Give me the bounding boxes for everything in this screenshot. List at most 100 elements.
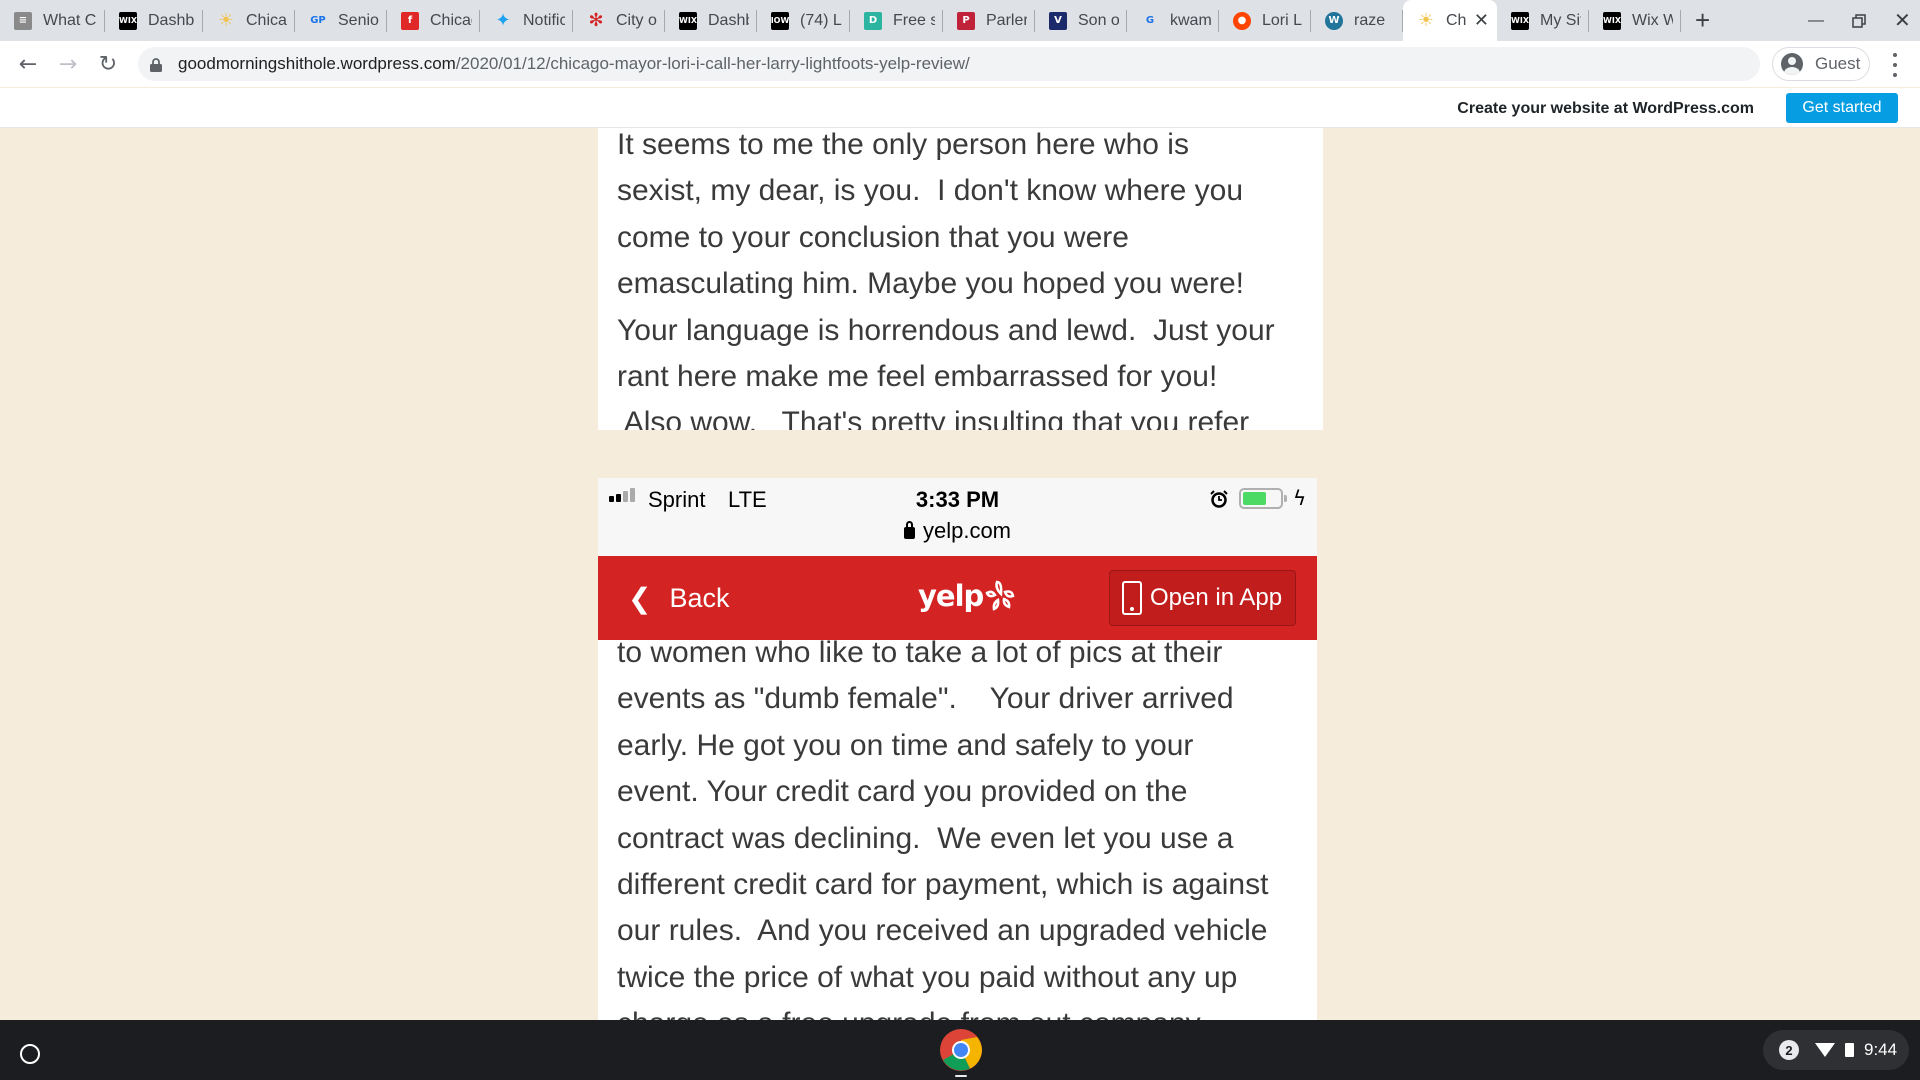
- restore-icon[interactable]: [1852, 0, 1866, 41]
- twitter-icon: ✦: [495, 10, 511, 31]
- profile-label: Guest: [1815, 54, 1861, 73]
- review-line: different credit card for payment, which…: [617, 868, 1269, 902]
- os-shelf: 2 9:44: [0, 1020, 1920, 1080]
- tab-title: Wix W: [1632, 11, 1673, 29]
- review-text-block: It seems to me the only person here who …: [617, 128, 1317, 430]
- browser-tab[interactable]: f Chicag: [387, 0, 480, 41]
- new-tab-button[interactable]: +: [1695, 0, 1710, 41]
- tab-title: Lori Li: [1262, 11, 1303, 29]
- reload-icon[interactable]: ↻: [88, 44, 128, 84]
- wix-icon: WIX: [119, 11, 137, 30]
- tab-title: Dashb: [708, 11, 749, 29]
- lock-icon: [903, 521, 915, 539]
- battery-icon: [1845, 1043, 1854, 1057]
- review-line: twice the price of what you paid without…: [617, 960, 1238, 994]
- phone-icon: [1122, 581, 1142, 615]
- profile-button[interactable]: Guest: [1772, 47, 1870, 81]
- tab-close-icon[interactable]: ✕: [1474, 10, 1489, 31]
- forward-arrow-icon[interactable]: →: [48, 44, 88, 84]
- browser-tab[interactable]: ✦ Notific: [480, 0, 573, 41]
- notification-count: 2: [1779, 1040, 1799, 1060]
- wix-icon: WIX: [1603, 11, 1621, 30]
- browser-tab[interactable]: ☀ Chicag: [203, 0, 295, 41]
- review-line: Your language is horrendous and lewd. Ju…: [617, 313, 1275, 347]
- url-host: goodmorningshithole.wordpress.com: [178, 54, 456, 73]
- browser-tab[interactable]: P Parler: [943, 0, 1035, 41]
- yelp-icon: ✻: [588, 10, 604, 31]
- tab-title: Chicag: [430, 11, 472, 29]
- yelp-back-button[interactable]: ❮ Back: [628, 556, 730, 640]
- get-started-button[interactable]: Get started: [1786, 93, 1898, 123]
- phone-url-text: yelp.com: [922, 518, 1012, 543]
- review-line: charge as a free upgrade from out compan…: [617, 1001, 1317, 1020]
- browser-tab[interactable]: GP Senior: [295, 0, 387, 41]
- browser-tab[interactable]: WIX My Sit: [1497, 0, 1589, 41]
- yelp-header: ❮ Back yelp Open in App: [598, 556, 1317, 640]
- browser-tab[interactable]: WIX Wix W: [1589, 0, 1681, 41]
- wifi-icon: [1815, 1043, 1835, 1057]
- review-line: events as "dumb female". Your driver arr…: [617, 682, 1234, 716]
- phone-url: yelp.com: [598, 518, 1317, 544]
- running-indicator: [955, 1075, 967, 1077]
- tab-separator: [1680, 10, 1681, 32]
- tab-title: My Sit: [1540, 11, 1581, 29]
- charging-bolt-icon: ϟ: [1293, 486, 1307, 510]
- tab-title: Chicag: [246, 11, 287, 29]
- tab-title: What C: [43, 11, 97, 29]
- wordpress-banner: Create your website at WordPress.com Get…: [0, 88, 1920, 128]
- wix-icon: WIX: [679, 11, 697, 30]
- review-line: our rules. And you received an upgraded …: [617, 914, 1268, 948]
- open-in-app-button[interactable]: Open in App: [1109, 570, 1296, 626]
- clock: 9:44: [1864, 1040, 1898, 1059]
- browser-tab[interactable]: ✻ City of: [573, 0, 665, 41]
- tab-title: Senior: [338, 11, 379, 29]
- sun-icon: ☀: [217, 10, 235, 31]
- parler-icon: P: [957, 11, 975, 30]
- browser-tab[interactable]: ≡ What C: [0, 0, 105, 41]
- browser-tab[interactable]: ● Lori Li: [1219, 0, 1311, 41]
- browser-tab[interactable]: WIX Dashb: [665, 0, 757, 41]
- minimize-icon[interactable]: —: [1808, 0, 1824, 41]
- back-arrow-icon[interactable]: ←: [8, 44, 48, 84]
- back-label: Back: [669, 582, 730, 613]
- tab-title: raze: [1354, 11, 1386, 29]
- gp-icon: GP: [310, 15, 326, 26]
- flipboard-icon: f: [401, 11, 419, 30]
- review-screenshot-top: It seems to me the only person here who …: [598, 128, 1323, 430]
- launcher-icon[interactable]: [13, 1037, 47, 1071]
- create-website-link[interactable]: Create your website at WordPress.com: [1457, 100, 1754, 118]
- tab-title: Son of: [1078, 11, 1119, 29]
- browser-tab[interactable]: D Free st: [850, 0, 943, 41]
- browser-tab[interactable]: IOW (74) Li: [757, 0, 850, 41]
- yelp-burst-icon: [985, 580, 1015, 611]
- page-icon: ≡: [14, 11, 32, 30]
- chevron-left-icon: ❮: [628, 581, 652, 615]
- lock-icon: [150, 57, 162, 72]
- review-text-block: to women who like to take a lot of pics …: [617, 630, 1317, 1020]
- browser-tab[interactable]: V Son of: [1035, 0, 1127, 41]
- review-line: Also wow. That's pretty insulting that y…: [617, 406, 1250, 430]
- browser-tab[interactable]: WIX Dashb: [105, 0, 203, 41]
- tab-title: Dashb: [148, 11, 195, 29]
- browser-tab[interactable]: Gkwam: [1127, 0, 1219, 41]
- wix-icon: WIX: [1511, 11, 1529, 30]
- avatar-icon: [1781, 53, 1803, 75]
- tab-title: kwam: [1170, 11, 1211, 29]
- tab-title: Free st: [893, 11, 935, 29]
- status-tray[interactable]: 2 9:44: [1763, 1030, 1909, 1070]
- browser-tab[interactable]: Wraze: [1311, 0, 1403, 41]
- v-icon: V: [1049, 11, 1067, 30]
- chrome-icon[interactable]: [939, 1028, 983, 1072]
- window-close-icon[interactable]: ✕: [1894, 0, 1911, 41]
- tab-list: ≡ What C WIX Dashb ☀ Chicag GP Senior f Chicag ✦ No…: [0, 0, 1681, 41]
- tab-title: (74) Li: [800, 11, 842, 29]
- review-line: rant here make me feel embarrassed for y…: [617, 360, 1218, 394]
- battery-icon: [1239, 488, 1287, 509]
- menu-kebab-icon[interactable]: [1880, 53, 1910, 77]
- tab-title: Notific: [523, 11, 565, 29]
- yelp-logo: yelp: [918, 574, 1015, 618]
- browser-tab[interactable]: ☀ Ch ✕: [1403, 0, 1497, 41]
- url-path: /2020/01/12/chicago-mayor-lori-i-call-he…: [455, 54, 970, 73]
- review-line: early. He got you on time and safely to …: [617, 728, 1194, 762]
- address-bar[interactable]: goodmorningshithole.wordpress.com/2020/0…: [138, 47, 1760, 81]
